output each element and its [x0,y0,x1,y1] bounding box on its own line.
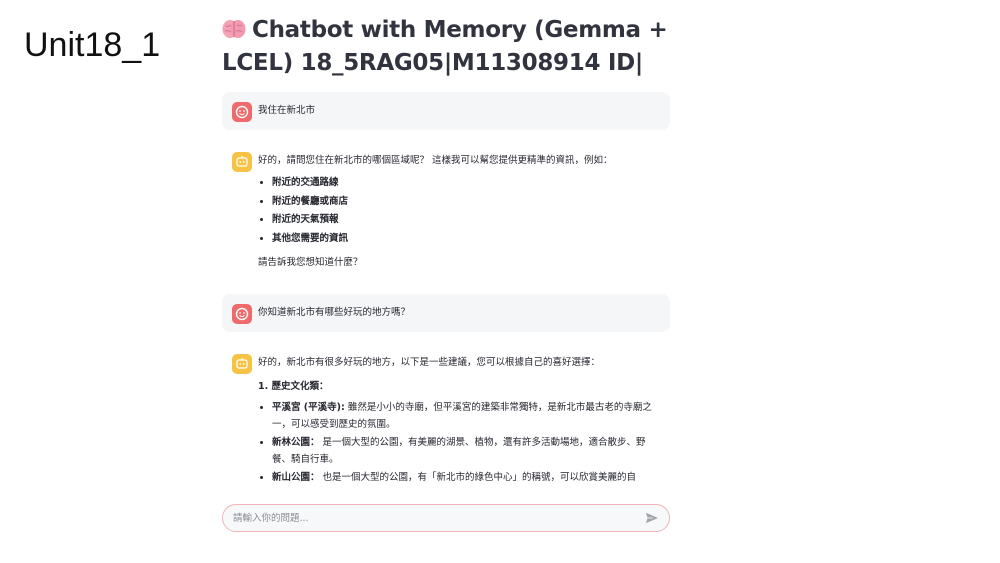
list-item: 附近的餐廳或商店 [272,193,658,212]
chat-message-assistant: 好的，請問您住在新北市的哪個區域呢？ 這樣我可以幫您提供更精準的資訊，例如： 附… [222,142,670,282]
title-line-1: Chatbot with Memory (Gemma + [252,17,668,43]
place-desc: 也是一個大型的公園，有「新北市的綠色中心」的稱號，可以欣賞美麗的自 [319,472,637,483]
chat-app: Chatbot with Memory (Gemma + LCEL) 18_5R… [222,14,670,544]
message-outro: 請告訴我您想知道什麼？ [258,257,363,268]
bot-avatar-icon [232,354,252,374]
list-item: 其他您需要的資訊 [272,230,658,249]
place-name: 新林公園： [272,437,320,448]
chat-message-user: 你知道新北市有哪些好玩的地方嗎？ [222,294,670,332]
slide-label: Unit18_1 [24,26,161,64]
place-desc: 是一個大型的公園，有美麗的湖景、植物，還有許多活動場地，適合散步、野餐、騎自行車… [272,437,646,465]
send-icon [645,512,659,524]
chat-messages[interactable]: 我住在新北市 好的，請問您住在新北市的哪個區域呢？ 這樣我可以幫您提供更精準的資… [222,92,670,494]
list-item: 新林公園： 是一個大型的公園，有美麗的湖景、植物，還有許多活動場地，適合散步、野… [272,435,658,468]
message-intro: 好的，新北市有很多好玩的地方，以下是一些建議，您可以根據自己的喜好選擇： [258,357,601,368]
message-intro: 好的，請問您住在新北市的哪個區域呢？ 這樣我可以幫您提供更精準的資訊，例如： [258,155,613,166]
place-name: 新山公園： [272,472,320,483]
chat-input-bar [222,504,670,532]
list-item: 附近的天氣預報 [272,211,658,230]
place-name: 平溪宮 (平溪寺): [272,402,345,413]
list-item: 附近的交通路線 [272,174,658,193]
chat-message-assistant: 好的，新北市有很多好玩的地方，以下是一些建議，您可以根據自己的喜好選擇： 1. … [222,344,670,494]
send-button[interactable] [641,507,663,529]
user-avatar-icon [232,304,252,324]
chat-input[interactable] [223,511,641,525]
section-title: 1. 歷史文化類： [258,381,329,392]
chat-message-user: 我住在新北市 [222,92,670,130]
places-list: 平溪宮 (平溪寺): 雖然是小小的寺廟，但平溪宮的建築非常獨特，是新北市最古老的… [258,400,658,487]
message-text: 你知道新北市有哪些好玩的地方嗎？ [258,307,411,318]
message-text: 我住在新北市 [258,105,316,116]
user-avatar-icon [232,102,252,122]
message-list: 附近的交通路線 附近的餐廳或商店 附近的天氣預報 其他您需要的資訊 [258,174,658,248]
list-item: 平溪宮 (平溪寺): 雖然是小小的寺廟，但平溪宮的建築非常獨特，是新北市最古老的… [272,400,658,433]
brain-icon [222,16,246,38]
page-title: Chatbot with Memory (Gemma + LCEL) 18_5R… [222,14,670,80]
bot-avatar-icon [232,152,252,172]
list-item: 新山公園： 也是一個大型的公園，有「新北市的綠色中心」的稱號，可以欣賞美麗的自 [272,470,658,487]
title-line-2: LCEL) 18_5RAG05|M11308914 ID| [222,50,644,76]
